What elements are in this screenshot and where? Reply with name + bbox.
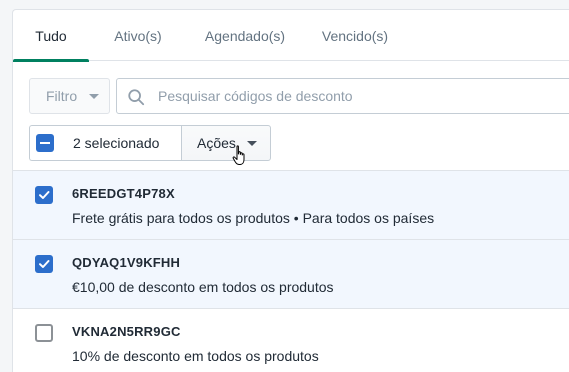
tabs-bar: Tudo Ativo(s) Agendado(s) Vencido(s) — [13, 10, 569, 62]
discount-description: €10,00 de desconto em todos os produtos — [72, 279, 334, 295]
discount-code[interactable]: VKNA2N5RR9GC — [72, 324, 181, 339]
row-checkbox[interactable] — [35, 324, 53, 342]
discount-list: 6REEDGT4P78X Frete grátis para todos os … — [13, 170, 569, 372]
indeterminate-checkbox[interactable] — [36, 134, 54, 152]
row-checkbox[interactable] — [35, 186, 53, 204]
tab-label: Ativo(s) — [114, 27, 162, 44]
list-item[interactable]: QDYAQ1V9KFHH €10,00 de desconto em todos… — [13, 239, 569, 308]
caret-down-icon — [247, 141, 257, 146]
row-checkbox[interactable] — [35, 255, 53, 273]
discount-code[interactable]: QDYAQ1V9KFHH — [72, 255, 180, 270]
discount-codes-card: Tudo Ativo(s) Agendado(s) Vencido(s) Fil… — [12, 9, 569, 372]
list-item[interactable]: 6REEDGT4P78X Frete grátis para todos os … — [13, 170, 569, 239]
tab-active[interactable]: Ativo(s) — [89, 10, 187, 61]
tab-label: Vencido(s) — [321, 27, 389, 44]
discount-code[interactable]: 6REEDGT4P78X — [72, 186, 175, 201]
caret-down-icon — [89, 94, 99, 99]
tab-scheduled[interactable]: Agendado(s) — [187, 10, 303, 61]
filter-label: Filtro — [46, 88, 78, 104]
discount-description: Frete grátis para todos os produtos • Pa… — [72, 210, 435, 226]
check-icon — [39, 260, 50, 268]
tab-label: Tudo — [35, 27, 67, 44]
active-tab-indicator — [13, 59, 89, 62]
check-icon — [39, 191, 50, 199]
discount-description: 10% de desconto em todos os produtos — [72, 348, 319, 364]
list-item[interactable]: VKNA2N5RR9GC 10% de desconto em todos os… — [13, 308, 569, 372]
search-placeholder: Pesquisar códigos de desconto — [158, 88, 353, 104]
actions-button[interactable]: Ações — [181, 125, 271, 161]
search-icon — [128, 89, 145, 106]
tab-all[interactable]: Tudo — [13, 10, 89, 62]
search-input[interactable]: Pesquisar códigos de desconto — [116, 78, 569, 114]
hand-pointer-icon — [232, 145, 245, 165]
actions-label: Ações — [197, 135, 236, 151]
tab-expired[interactable]: Vencido(s) — [303, 10, 407, 61]
bulk-select-toggle[interactable]: 2 selecionado — [29, 125, 181, 161]
tab-label: Agendado(s) — [204, 27, 286, 44]
selected-count-label: 2 selecionado — [73, 135, 160, 151]
filter-button[interactable]: Filtro — [29, 78, 110, 114]
